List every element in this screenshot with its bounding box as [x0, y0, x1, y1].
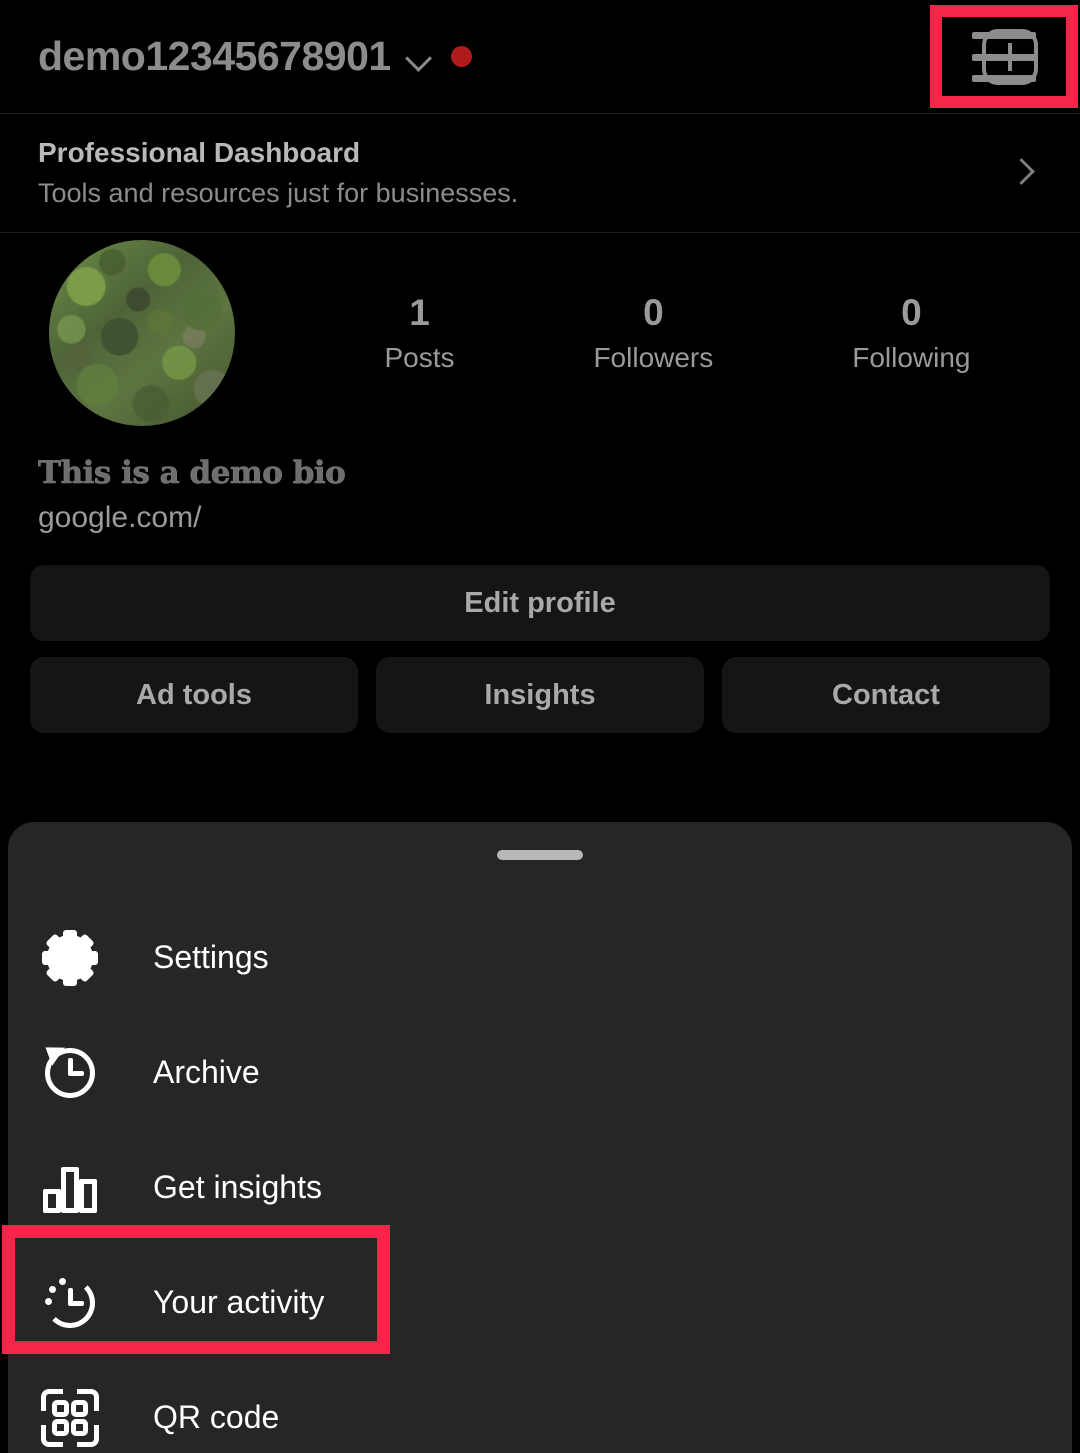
stat-value: 1	[409, 292, 430, 333]
stat-label: Following	[852, 342, 971, 373]
profile-bio-block: This is a demo bio google.com/	[38, 455, 1080, 535]
edit-profile-button[interactable]: Edit profile	[30, 565, 1050, 641]
profile-header: 1 Posts 0 Followers 0 Following	[0, 233, 1080, 433]
profile-bio: This is a demo bio	[38, 455, 346, 492]
stat-posts[interactable]: 1 Posts	[384, 292, 454, 374]
activity-clock-icon	[39, 1272, 101, 1334]
professional-dashboard-subtitle: Tools and resources just for businesses.	[38, 178, 519, 208]
profile-link[interactable]: google.com/	[38, 501, 1080, 535]
stat-value: 0	[643, 292, 664, 333]
status-dot-badge	[450, 46, 472, 67]
gear-icon	[39, 927, 101, 989]
menu-item-archive[interactable]: Archive	[8, 1015, 1072, 1130]
stat-value: 0	[901, 292, 922, 333]
stat-followers[interactable]: 0 Followers	[593, 292, 713, 374]
username-selector[interactable]: demo12345678901	[38, 33, 472, 80]
instagram-profile-screen: demo12345678901 Professional Dashboard T…	[0, 0, 1080, 1453]
menu-highlight-box	[930, 5, 1078, 108]
drag-handle[interactable]	[497, 850, 583, 860]
bottom-sheet-menu: Settings Archive Get insights Your activ…	[8, 822, 1072, 1453]
ad-tools-button[interactable]: Ad tools	[30, 657, 358, 733]
menu-item-label: Archive	[153, 1054, 260, 1090]
profile-section: 1 Posts 0 Followers 0 Following This is …	[0, 233, 1080, 733]
menu-item-get-insights[interactable]: Get insights	[8, 1130, 1072, 1245]
stat-following[interactable]: 0 Following	[852, 292, 970, 374]
professional-dashboard-title: Professional Dashboard	[38, 137, 361, 168]
stat-label: Posts	[384, 342, 455, 373]
menu-item-label: Your activity	[153, 1284, 325, 1320]
profile-action-buttons: Edit profile Ad tools Insights Contact	[30, 565, 1050, 733]
chevron-right-icon[interactable]	[1012, 162, 1034, 184]
professional-dashboard-text: Professional Dashboard Tools and resourc…	[38, 137, 518, 209]
secondary-button-row: Ad tools Insights Contact	[30, 657, 1050, 733]
profile-stats: 1 Posts 0 Followers 0 Following	[235, 292, 1080, 374]
stat-label: Followers	[593, 342, 714, 373]
username-label: demo12345678901	[38, 33, 391, 79]
menu-item-label: Get insights	[153, 1169, 322, 1205]
insights-button[interactable]: Insights	[376, 657, 704, 733]
chevron-down-icon[interactable]	[407, 47, 431, 71]
profile-avatar[interactable]	[49, 240, 235, 426]
archive-clock-icon	[39, 1037, 101, 1104]
bar-chart-icon	[39, 1157, 101, 1219]
professional-dashboard-row[interactable]: Professional Dashboard Tools and resourc…	[0, 114, 1080, 232]
top-bar: demo12345678901	[0, 0, 1080, 113]
menu-item-qr-code[interactable]: QR code	[8, 1360, 1072, 1453]
menu-list: Settings Archive Get insights Your activ…	[8, 900, 1072, 1453]
qr-code-icon	[39, 1387, 101, 1449]
menu-item-your-activity[interactable]: Your activity	[8, 1245, 1072, 1360]
contact-button[interactable]: Contact	[722, 657, 1050, 733]
menu-item-label: QR code	[153, 1399, 280, 1435]
menu-item-settings[interactable]: Settings	[8, 900, 1072, 1015]
menu-item-label: Settings	[153, 939, 269, 975]
